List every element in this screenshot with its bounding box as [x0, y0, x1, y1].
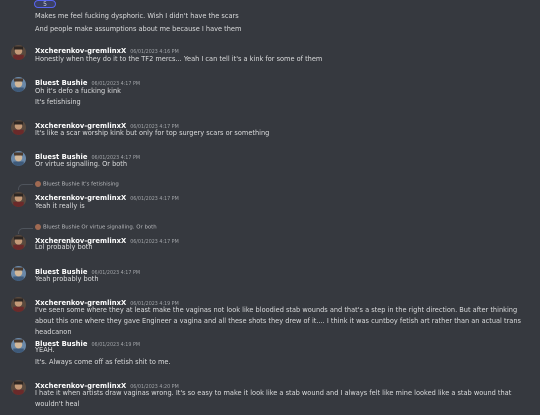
message-text: Lol probably both — [35, 243, 93, 251]
message-text: It's. Always come off as fetish shit to … — [35, 358, 171, 366]
message-text: It's fetishising — [35, 98, 81, 106]
reply-preview[interactable]: Bluest Bushie Or virtue signalling. Or b… — [35, 224, 157, 232]
reply-text: Bluest Bushie It's fetishising — [43, 181, 119, 188]
username[interactable]: Xxcherenkov-gremlinxX — [35, 194, 126, 202]
reply-text: Bluest Bushie Or virtue signalling. Or b… — [43, 224, 157, 231]
timestamp: 06/01/2023 4:17 PM — [130, 197, 179, 202]
avatar-xxcherenkov[interactable] — [11, 380, 26, 395]
message-text: Or virtue signalling. Or both — [35, 160, 128, 168]
message-text: Yeah probably both — [35, 275, 99, 283]
reaction-badge[interactable]: 5 — [34, 0, 56, 8]
message-text: And people make assumptions about me bec… — [35, 25, 242, 33]
message-text: I've seen some where they at least make … — [35, 306, 521, 336]
avatar-bluest-bushie[interactable] — [11, 77, 26, 92]
avatar-xxcherenkov[interactable] — [11, 120, 26, 135]
avatar-xxcherenkov[interactable] — [11, 45, 26, 60]
message-text: It's like a scar worship kink but only f… — [35, 129, 270, 137]
reply-connector — [18, 184, 33, 190]
avatar-xxcherenkov[interactable] — [11, 297, 26, 312]
reply-preview[interactable]: Bluest Bushie It's fetishising — [35, 181, 119, 189]
message-text: Honestly when they do it to the TF2 merc… — [35, 55, 323, 63]
username[interactable]: Bluest Bushie — [35, 79, 87, 87]
message-text: Oh it's defo a fucking kink — [35, 87, 121, 95]
avatar-bluest-bushie[interactable] — [11, 266, 26, 281]
timestamp: 06/01/2023 4:19 PM — [91, 343, 140, 348]
avatar-bluest-bushie[interactable] — [11, 151, 26, 166]
message-text: I hate it when artists draw vaginas wron… — [35, 389, 512, 408]
reply-avatar — [35, 181, 41, 187]
reaction-count: 5 — [43, 1, 47, 8]
message-text: YEAH. — [35, 346, 55, 354]
username[interactable]: Xxcherenkov-gremlinxX — [35, 47, 126, 55]
message-text: Makes me feel fucking dysphoric. Wish I … — [35, 12, 239, 20]
avatar-xxcherenkov[interactable] — [11, 192, 26, 207]
reply-connector — [18, 228, 33, 234]
timestamp: 06/01/2023 4:17 PM — [130, 240, 179, 245]
avatar-bluest-bushie[interactable] — [11, 338, 26, 353]
message-text: Yeah it really is — [35, 202, 85, 210]
avatar-xxcherenkov[interactable] — [11, 235, 26, 250]
chat-log: 5 Makes me feel fucking dysphoric. Wish … — [0, 0, 540, 415]
reply-avatar — [35, 224, 41, 230]
